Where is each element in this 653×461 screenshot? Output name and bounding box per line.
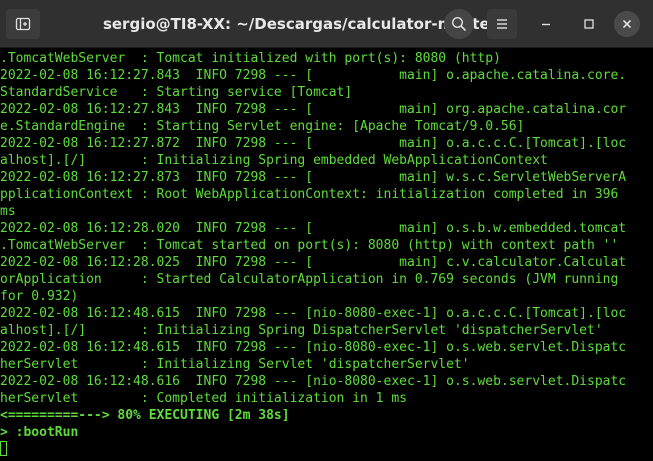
hamburger-menu-icon: [497, 19, 507, 29]
maximize-icon: [584, 19, 594, 29]
search-icon: [451, 16, 466, 31]
log-line: herServlet : Initializing Servlet 'dispa…: [0, 357, 470, 372]
log-line: pplicationContext : Root WebApplicationC…: [0, 187, 619, 202]
log-line: .TomcatWebServer : Tomcat initialized wi…: [0, 51, 501, 66]
minimize-button[interactable]: [531, 9, 561, 39]
terminal-output[interactable]: .TomcatWebServer : Tomcat initialized wi…: [0, 48, 640, 461]
log-line: 2022-02-08 16:12:27.873 INFO 7298 --- [ …: [0, 170, 627, 185]
cursor-line: [0, 441, 640, 458]
log-line: ms: [0, 204, 16, 219]
terminal-cursor: [0, 441, 7, 456]
log-line: alhost].[/] : Initializing Spring Dispat…: [0, 323, 603, 338]
log-line: herServlet : Completed initialization in…: [0, 391, 407, 406]
terminal-window: sergio@TI8-XX: ~/Descargas/calculator-ma…: [0, 0, 653, 461]
title-bar: sergio@TI8-XX: ~/Descargas/calculator-ma…: [0, 0, 653, 48]
new-tab-icon: [15, 17, 31, 31]
log-line: for 0.932): [0, 289, 79, 304]
log-line: 2022-02-08 16:12:48.616 INFO 7298 --- [n…: [0, 374, 627, 389]
gradle-progress-bar: <=========---> 80% EXECUTING [2m 38s]: [0, 408, 290, 423]
log-line: 2022-02-08 16:12:27.843 INFO 7298 --- [ …: [0, 102, 627, 117]
log-line: 2022-02-08 16:12:27.843 INFO 7298 --- [ …: [0, 68, 627, 83]
log-line: orApplication : Started CalculatorApplic…: [0, 272, 619, 287]
log-line: StandardService : Starting service [Tomc…: [0, 85, 353, 100]
menu-button[interactable]: [487, 9, 517, 39]
log-line: e.StandardEngine : Starting Servlet engi…: [0, 119, 525, 134]
log-line: 2022-02-08 16:12:27.872 INFO 7298 --- [ …: [0, 136, 627, 151]
log-line: 2022-02-08 16:12:28.020 INFO 7298 --- [ …: [0, 221, 627, 236]
close-button[interactable]: [614, 11, 640, 37]
log-line: 2022-02-08 16:12:28.025 INFO 7298 --- [ …: [0, 255, 627, 270]
new-tab-button[interactable]: [6, 9, 40, 39]
log-line: .TomcatWebServer : Tomcat started on por…: [0, 238, 619, 253]
log-line: 2022-02-08 16:12:48.615 INFO 7298 --- [n…: [0, 340, 627, 355]
terminal-scrollbar[interactable]: [640, 48, 653, 461]
gradle-task-line: > :bootRun: [0, 425, 79, 440]
maximize-button[interactable]: [574, 9, 604, 39]
close-icon: [622, 19, 632, 29]
minimize-icon: [542, 23, 550, 26]
search-button[interactable]: [444, 9, 474, 39]
log-line: 2022-02-08 16:12:48.615 INFO 7298 --- [n…: [0, 306, 627, 321]
log-line: alhost].[/] : Initializing Spring embedd…: [0, 153, 548, 168]
